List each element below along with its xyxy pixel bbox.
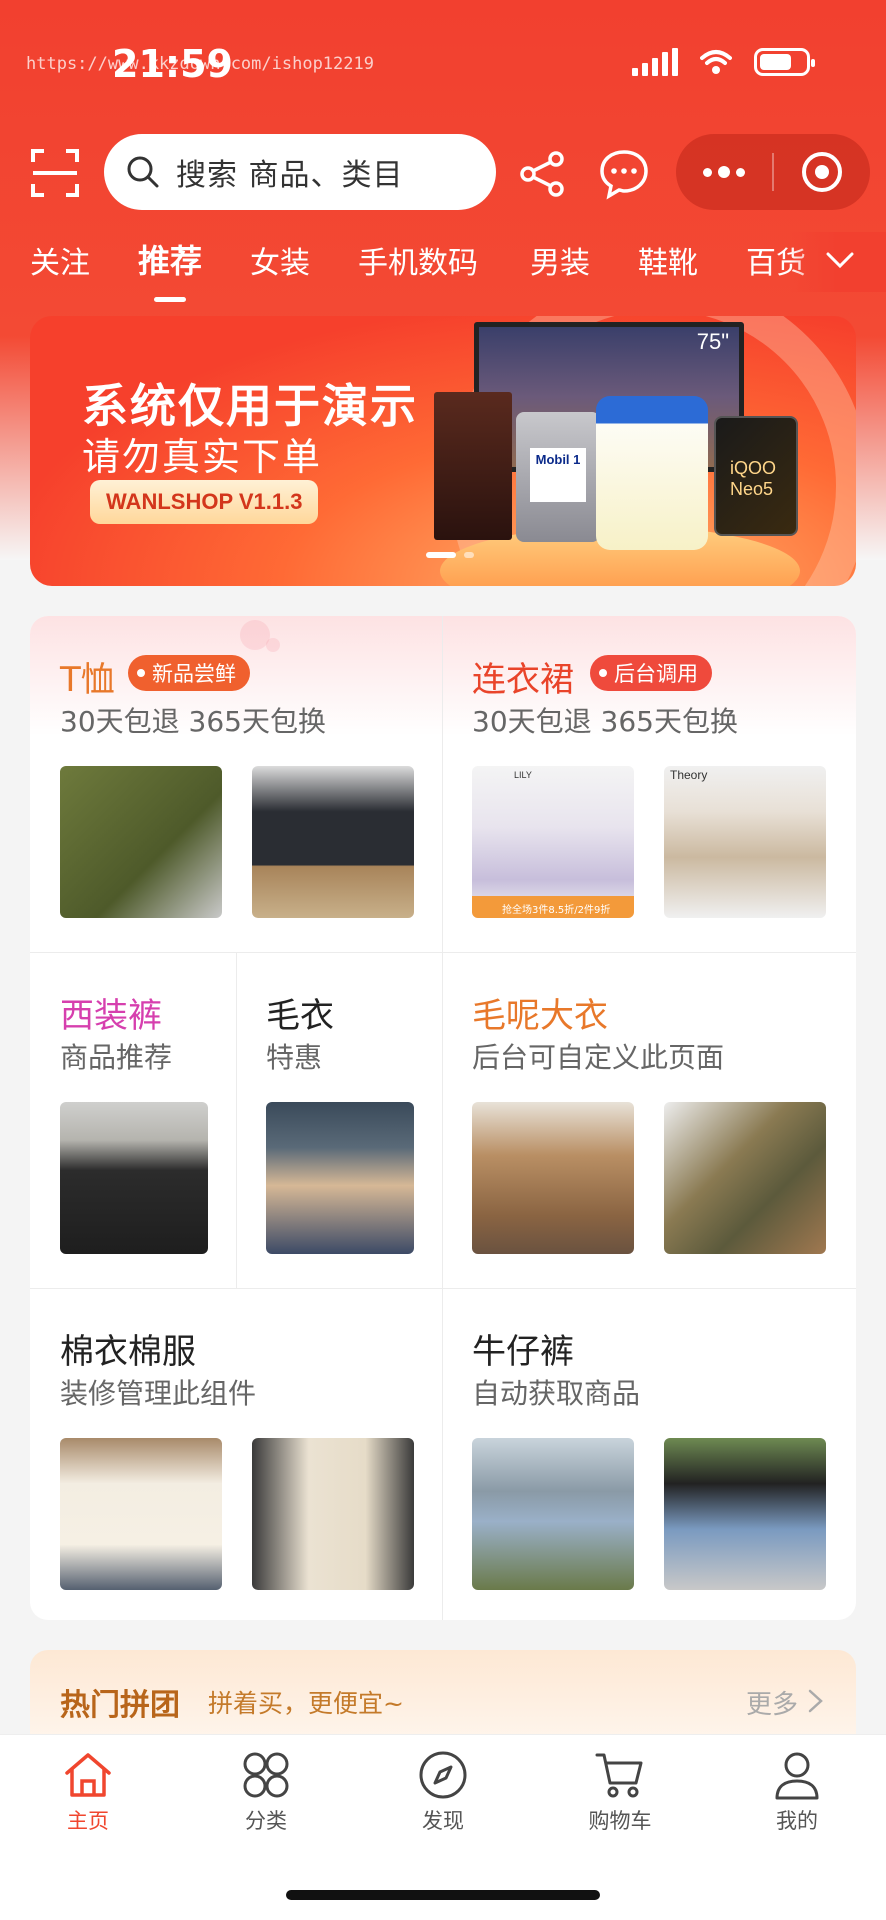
chevron-right-icon[interactable] bbox=[804, 1688, 826, 1714]
more-link[interactable]: 更多 bbox=[746, 1684, 798, 1721]
search-placeholder: 搜索 商品、类目 bbox=[176, 158, 404, 193]
status-icons bbox=[632, 48, 815, 76]
cell-subtitle: 自动获取商品 bbox=[472, 1377, 641, 1410]
carousel-indicator bbox=[426, 552, 474, 558]
product-thumb[interactable] bbox=[472, 1438, 634, 1590]
grid-cell-padded-coat[interactable]: 棉衣棉服 装修管理此组件 bbox=[30, 1288, 442, 1620]
tab-recommend[interactable]: 推荐 bbox=[138, 236, 202, 302]
cell-tag: 后台调用 bbox=[590, 655, 712, 691]
product-thumb[interactable] bbox=[60, 766, 222, 918]
phone-product-image: iQOO Neo5 bbox=[714, 416, 798, 536]
version-badge: WANLSHOP V1.1.3 bbox=[90, 480, 319, 524]
cell-title: 西装裤 bbox=[60, 996, 162, 1036]
tab-women[interactable]: 女装 bbox=[250, 238, 310, 282]
chevron-down-icon[interactable] bbox=[824, 244, 856, 276]
tab-mine[interactable]: 我的 bbox=[737, 1749, 857, 1859]
category-grid: T恤 新品尝鲜 30天包退 365天包换 连衣裙 后台调用 30天包退 365天… bbox=[30, 616, 856, 1620]
product-thumb[interactable] bbox=[266, 1102, 414, 1254]
product-thumb[interactable] bbox=[60, 1102, 208, 1254]
status-time: 21:59 bbox=[112, 42, 233, 86]
cell-title: T恤 bbox=[60, 660, 115, 700]
tab-category[interactable]: 分类 bbox=[206, 1749, 326, 1859]
share-icon[interactable] bbox=[518, 150, 566, 198]
cell-title: 牛仔裤 bbox=[472, 1332, 574, 1372]
chat-icon[interactable] bbox=[598, 148, 650, 200]
battery-icon bbox=[754, 48, 815, 76]
tab-shoes[interactable]: 鞋靴 bbox=[638, 238, 698, 282]
cart-icon bbox=[595, 1753, 643, 1798]
tab-discover[interactable]: 发现 bbox=[383, 1749, 503, 1859]
product-thumb[interactable]: LILY 抢全场3件8.5折/2件9折 bbox=[472, 766, 634, 918]
cell-subtitle: 商品推荐 bbox=[60, 1041, 173, 1074]
grid-cell-sweater[interactable]: 毛衣 特惠 bbox=[236, 952, 442, 1288]
grid-cell-jeans[interactable]: 牛仔裤 自动获取商品 bbox=[442, 1288, 856, 1620]
grid-cell-tshirt[interactable]: T恤 新品尝鲜 30天包退 365天包换 bbox=[30, 616, 442, 952]
cell-subtitle: 30天包退 365天包换 bbox=[472, 705, 738, 738]
close-target-icon[interactable] bbox=[774, 134, 870, 210]
search-icon bbox=[127, 156, 159, 188]
promo-banner[interactable]: 75" Mobil 1 iQOO Neo5 系统仅用于演示 请勿真实下单 WAN… bbox=[30, 316, 856, 586]
cell-tag: 新品尝鲜 bbox=[128, 655, 250, 691]
grid-cell-wool-coat[interactable]: 毛呢大衣 后台可自定义此页面 bbox=[442, 952, 856, 1288]
category-tabs: 关注 推荐 女装 手机数码 男装 鞋靴 百货 bbox=[0, 232, 886, 302]
home-indicator bbox=[286, 1890, 600, 1900]
grid-cell-suit-pants[interactable]: 西装裤 商品推荐 bbox=[30, 952, 236, 1288]
mini-program-capsule bbox=[676, 134, 870, 210]
search-input[interactable]: 搜索 商品、类目 bbox=[104, 134, 496, 210]
oil-product-image: Mobil 1 bbox=[516, 412, 600, 542]
group-buy-subtitle: 拼着买，更便宜~ bbox=[208, 1689, 404, 1718]
cell-title: 毛呢大衣 bbox=[472, 996, 608, 1036]
product-thumb[interactable] bbox=[252, 766, 414, 918]
product-thumb[interactable] bbox=[60, 1438, 222, 1590]
product-thumb[interactable] bbox=[252, 1438, 414, 1590]
signal-icon bbox=[632, 48, 678, 76]
cell-subtitle: 装修管理此组件 bbox=[60, 1377, 257, 1410]
status-bar: https://www.kkzdown.com/ishop12219 21:59 bbox=[0, 0, 886, 110]
cell-title: 毛衣 bbox=[266, 996, 334, 1036]
cell-subtitle: 后台可自定义此页面 bbox=[472, 1041, 725, 1074]
product-thumb[interactable] bbox=[472, 1102, 634, 1254]
grid-cell-dress[interactable]: 连衣裙 后台调用 30天包退 365天包换 LILY 抢全场3件8.5折/2件9… bbox=[442, 616, 856, 952]
liquor-product-image bbox=[434, 392, 512, 540]
product-thumb[interactable] bbox=[664, 1438, 826, 1590]
cell-subtitle: 30天包退 365天包换 bbox=[60, 705, 326, 738]
cell-title: 棉衣棉服 bbox=[60, 1332, 196, 1372]
cell-subtitle: 特惠 bbox=[266, 1041, 323, 1074]
banner-subtitle: 请勿真实下单 bbox=[82, 435, 323, 479]
milk-powder-product-image bbox=[596, 396, 708, 550]
group-buy-title: 热门拼团 bbox=[60, 1688, 180, 1723]
tab-home[interactable]: 主页 bbox=[28, 1749, 148, 1859]
grid-icon bbox=[243, 1752, 289, 1798]
product-thumb[interactable] bbox=[664, 1102, 826, 1254]
tab-men[interactable]: 男装 bbox=[530, 238, 590, 282]
tab-digital[interactable]: 手机数码 bbox=[358, 238, 478, 282]
home-icon bbox=[65, 1753, 111, 1797]
product-thumb[interactable]: Theory bbox=[664, 766, 826, 918]
search-row: 搜索 商品、类目 bbox=[0, 134, 886, 210]
tab-follow[interactable]: 关注 bbox=[30, 238, 90, 282]
user-icon bbox=[775, 1752, 819, 1800]
more-dots-icon[interactable] bbox=[676, 134, 772, 210]
tab-cart[interactable]: 购物车 bbox=[560, 1749, 680, 1859]
wifi-icon bbox=[700, 50, 732, 74]
cell-title: 连衣裙 bbox=[472, 660, 574, 700]
compass-icon bbox=[419, 1751, 467, 1799]
scan-icon[interactable] bbox=[30, 148, 80, 198]
